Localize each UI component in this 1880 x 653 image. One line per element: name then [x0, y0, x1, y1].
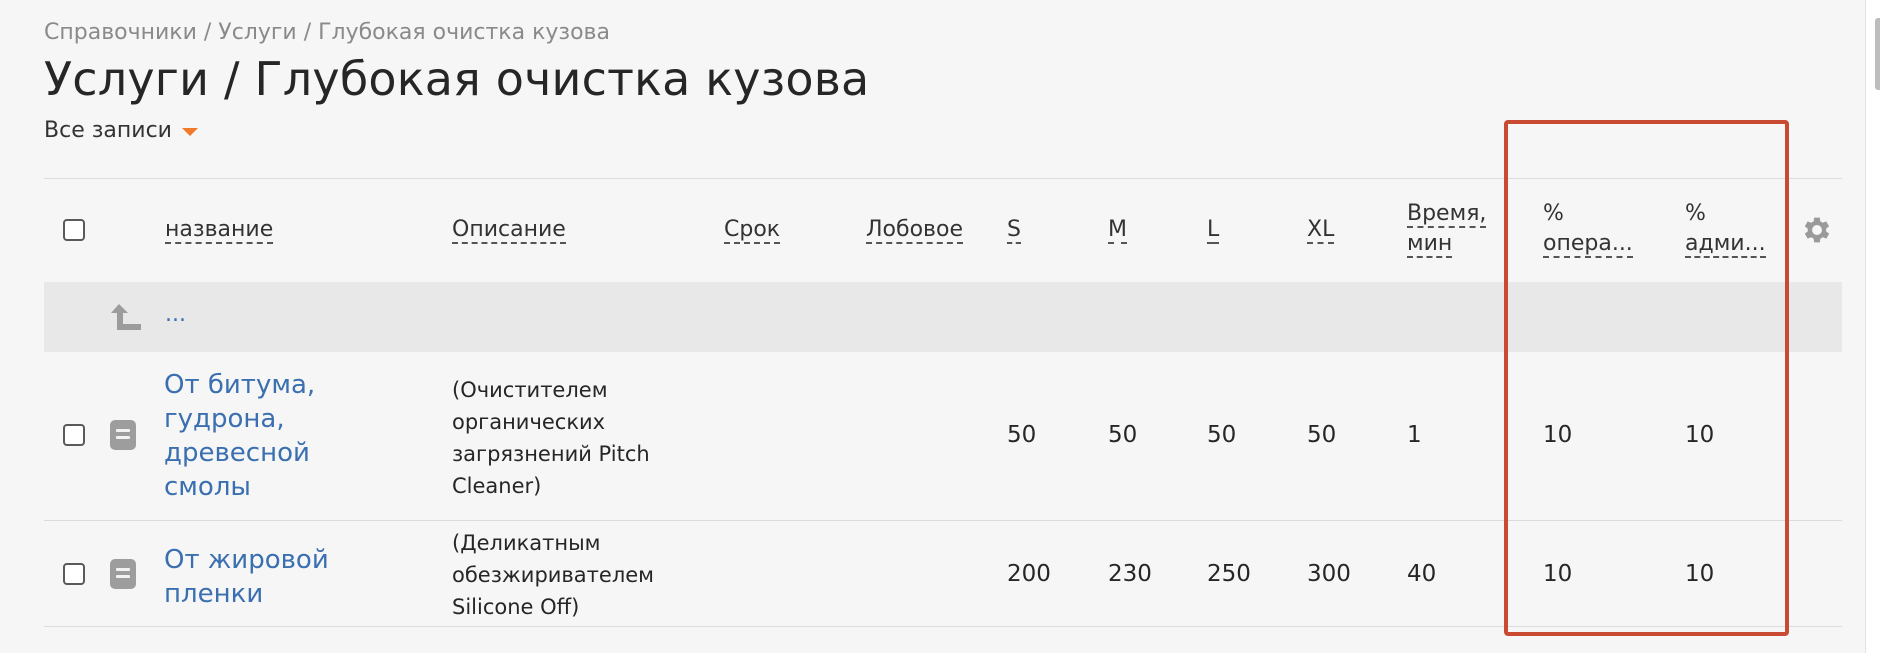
- arrow-up-left-icon: [111, 304, 141, 330]
- service-description: (Деликатным обезжиривателем Silicone Off…: [452, 531, 655, 619]
- price-l: 250: [1207, 561, 1251, 587]
- column-header-s[interactable]: S: [1007, 215, 1021, 245]
- highlight-annotation-box: [1504, 120, 1789, 636]
- column-header-xl[interactable]: XL: [1307, 215, 1335, 245]
- caret-down-icon: [181, 127, 198, 136]
- filter-label: Все записи: [44, 118, 172, 143]
- price-m: 230: [1108, 561, 1152, 587]
- column-header-front[interactable]: Лобовое: [866, 215, 963, 245]
- price-s: 50: [1007, 422, 1037, 448]
- service-name-link[interactable]: От битума, гудрона, древесной смолы: [164, 368, 315, 504]
- column-header-l[interactable]: L: [1207, 215, 1220, 245]
- service-description: (Очистителем органических загрязнений Pi…: [452, 378, 650, 498]
- parent-folder-link[interactable]: ...: [165, 302, 186, 327]
- time-minutes: 1: [1407, 422, 1422, 448]
- column-header-term[interactable]: Срок: [724, 215, 781, 245]
- records-filter-dropdown[interactable]: Все записи: [44, 118, 198, 143]
- row-checkbox[interactable]: [63, 424, 85, 446]
- page-title: Услуги / Глубокая очистка кузова: [44, 52, 870, 106]
- price-m: 50: [1108, 422, 1138, 448]
- price-s: 200: [1007, 561, 1051, 587]
- price-xl: 300: [1307, 561, 1351, 587]
- column-header-name[interactable]: название: [165, 215, 274, 245]
- column-header-time[interactable]: Время, мин: [1407, 199, 1487, 259]
- window-edge: [1865, 0, 1880, 653]
- price-l: 50: [1207, 422, 1237, 448]
- gear-icon[interactable]: [1800, 213, 1834, 247]
- document-icon[interactable]: [110, 559, 136, 589]
- document-icon[interactable]: [110, 420, 136, 450]
- page-panel: Справочники / Услуги / Глубокая очистка …: [0, 0, 1866, 653]
- service-name-link[interactable]: От жировой пленки: [164, 543, 329, 611]
- column-header-description[interactable]: Описание: [452, 215, 566, 245]
- row-checkbox[interactable]: [63, 563, 85, 585]
- price-xl: 50: [1307, 422, 1337, 448]
- column-header-m[interactable]: M: [1108, 215, 1127, 245]
- time-minutes: 40: [1407, 561, 1437, 587]
- breadcrumb[interactable]: Справочники / Услуги / Глубокая очистка …: [44, 20, 610, 45]
- scroll-thumb[interactable]: [1875, 18, 1880, 90]
- select-all-checkbox[interactable]: [63, 219, 85, 241]
